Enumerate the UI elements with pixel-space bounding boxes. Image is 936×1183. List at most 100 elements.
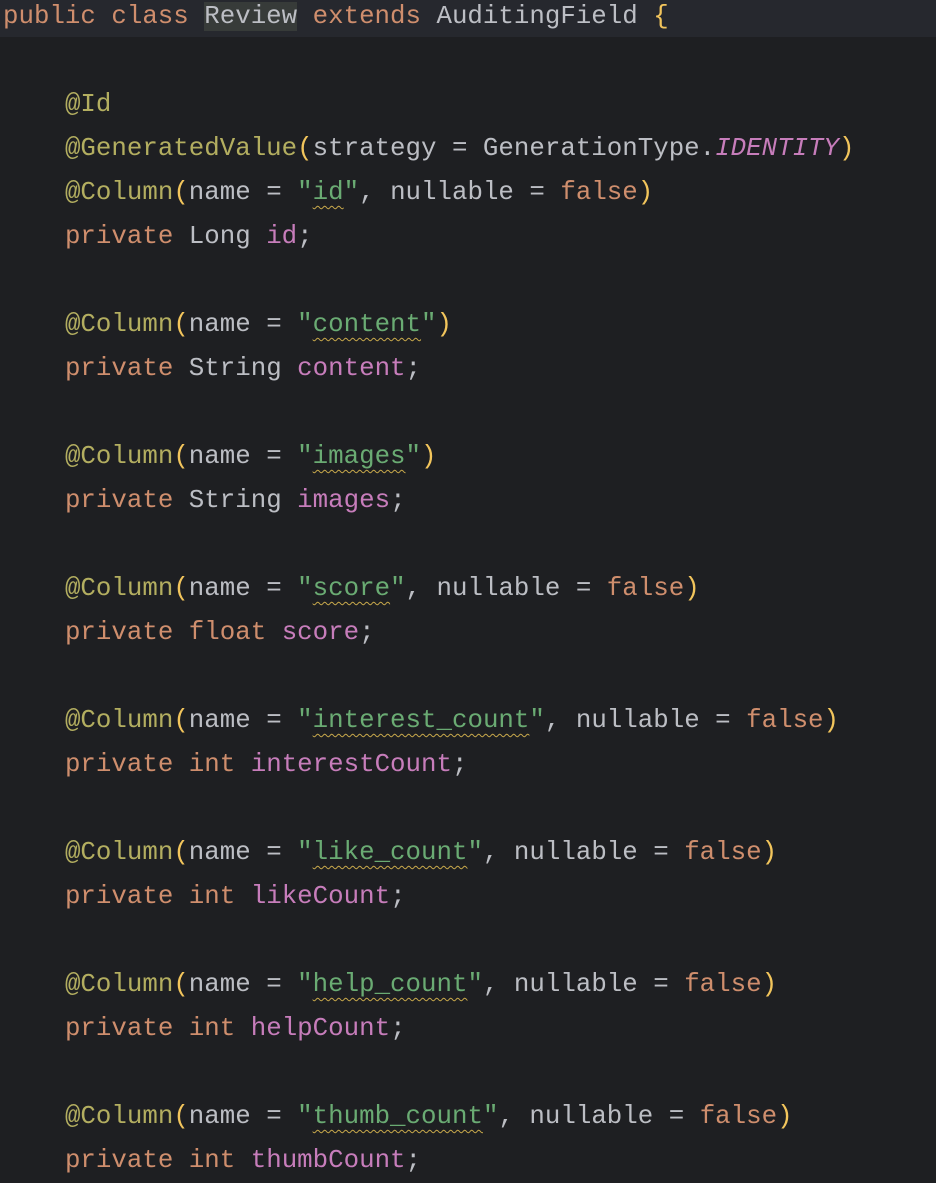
code-token: , nullable =: [482, 838, 685, 867]
code-token: name =: [188, 706, 298, 735]
code-line[interactable]: private String content;: [3, 347, 854, 391]
code-token: Review: [204, 2, 298, 31]
code-token: @Column: [64, 310, 174, 339]
code-token: ": [297, 178, 313, 207]
code-token: private: [64, 1014, 189, 1043]
code-line[interactable]: @GeneratedValue(strategy = GenerationTyp…: [3, 127, 855, 171]
code-token: name =: [188, 970, 298, 999]
code-line[interactable]: [3, 655, 854, 699]
code-line[interactable]: private int thumbCount;: [3, 1139, 854, 1183]
code-token: (: [173, 838, 189, 867]
code-line[interactable]: @Column(name = "score", nullable = false…: [3, 567, 854, 611]
code-token: @Id: [64, 90, 112, 119]
code-token: private: [64, 486, 189, 515]
code-token: thumb_count: [312, 1102, 483, 1131]
code-token: private: [64, 1146, 189, 1175]
code-line[interactable]: @Column(name = "id", nullable = false): [3, 171, 854, 215]
code-token: int: [188, 882, 251, 911]
code-token: , nullable =: [498, 1102, 700, 1131]
code-token: ;: [359, 618, 375, 647]
code-line[interactable]: [3, 1051, 854, 1095]
code-token: false: [699, 1102, 778, 1131]
code-token: images: [312, 442, 406, 471]
code-line[interactable]: private float score;: [3, 611, 854, 655]
code-token: false: [560, 178, 638, 207]
code-token: (: [173, 1102, 189, 1131]
code-token: IDENTITY: [715, 134, 839, 163]
code-editor[interactable]: public class Review extends AuditingFiel…: [3, 0, 854, 1183]
code-line[interactable]: private int interestCount;: [3, 743, 854, 787]
code-line[interactable]: [3, 39, 854, 83]
code-token: ": [467, 838, 483, 867]
code-token: ": [297, 970, 313, 999]
code-line[interactable]: public class Review extends AuditingFiel…: [3, 0, 854, 39]
code-token: ): [637, 178, 654, 207]
code-token: name =: [188, 442, 298, 471]
code-token: private: [64, 882, 189, 911]
code-line[interactable]: @Column(name = "help_count", nullable = …: [3, 963, 854, 1007]
code-line[interactable]: @Id: [3, 83, 854, 127]
code-line[interactable]: private int likeCount;: [3, 875, 854, 919]
code-token: likeCount: [250, 882, 391, 911]
code-token: ": [482, 1102, 499, 1131]
code-token: interestCount: [250, 750, 452, 779]
code-token: name =: [188, 310, 298, 339]
code-token: false: [746, 706, 824, 735]
code-line[interactable]: [3, 391, 854, 435]
code-token: helpCount: [250, 1014, 391, 1043]
code-line[interactable]: @Column(name = "interest_count", nullabl…: [3, 699, 854, 743]
code-line[interactable]: [3, 523, 854, 567]
code-token: , nullable =: [405, 574, 607, 603]
code-line[interactable]: @Column(name = "thumb_count", nullable =…: [3, 1095, 854, 1139]
code-token: extends: [297, 2, 437, 31]
code-token: ): [777, 1102, 793, 1131]
code-token: (: [173, 706, 189, 735]
code-token: false: [684, 838, 762, 867]
code-token: ;: [451, 750, 468, 779]
code-token: ": [343, 178, 360, 207]
code-token: ): [421, 442, 437, 471]
code-line[interactable]: @Column(name = "content"): [3, 303, 854, 347]
code-token: ": [421, 310, 437, 339]
code-token: id: [312, 178, 344, 207]
code-token: private: [64, 354, 189, 383]
code-token: help_count: [312, 970, 468, 999]
code-token: strategy = GenerationType.: [312, 134, 716, 163]
code-line[interactable]: [3, 259, 854, 303]
code-token: like_count: [312, 838, 468, 867]
code-line[interactable]: @Column(name = "like_count", nullable = …: [3, 831, 854, 875]
code-line[interactable]: [3, 919, 854, 963]
code-token: @Column: [64, 970, 174, 999]
code-token: @Column: [64, 838, 174, 867]
code-token: ;: [297, 222, 313, 251]
code-token: float: [188, 618, 282, 647]
code-token: ": [529, 706, 545, 735]
code-token: id: [266, 222, 298, 251]
code-line[interactable]: private String images;: [3, 479, 854, 523]
code-token: images: [297, 486, 391, 515]
code-line[interactable]: @Column(name = "images"): [3, 435, 854, 479]
code-token: ;: [390, 486, 406, 515]
code-token: @Column: [64, 574, 174, 603]
code-line[interactable]: [3, 787, 854, 831]
code-token: ": [297, 706, 313, 735]
code-line[interactable]: private Long id;: [3, 215, 854, 259]
code-line[interactable]: private int helpCount;: [3, 1007, 854, 1051]
code-token: (: [173, 178, 189, 207]
code-token: interest_count: [312, 706, 530, 735]
code-token: content: [297, 354, 406, 383]
code-token: name =: [188, 178, 298, 207]
code-token: ): [839, 134, 855, 163]
code-token: ): [823, 706, 840, 735]
